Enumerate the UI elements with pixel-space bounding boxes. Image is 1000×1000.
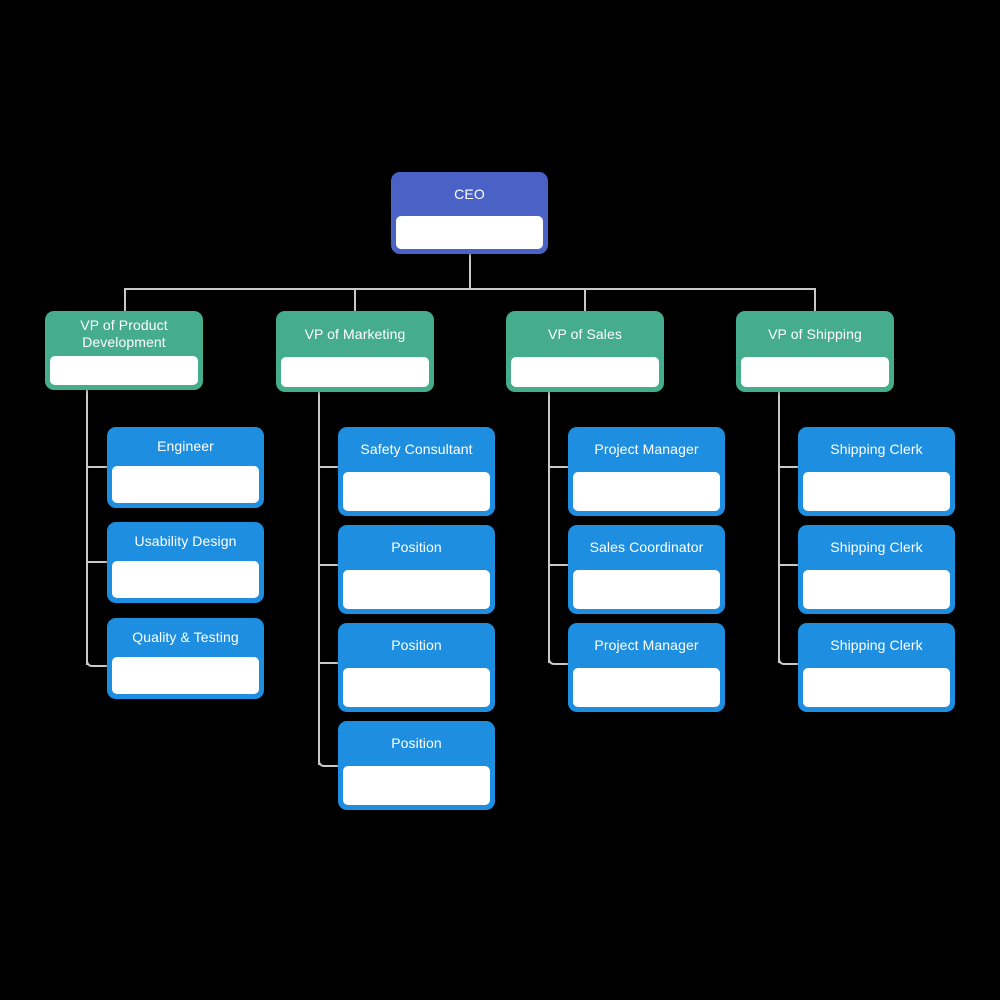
connector-product-branch-1 xyxy=(86,466,108,468)
node-vp-product-development-body[interactable] xyxy=(50,356,198,385)
connector-marketing-spine xyxy=(318,392,320,765)
connector-vp-marketing-stem xyxy=(354,288,356,311)
node-ceo-title: CEO xyxy=(454,185,485,202)
node-vp-product-development[interactable]: VP of Product Development xyxy=(45,311,203,390)
node-shipping-clerk-1-body[interactable] xyxy=(803,472,950,511)
node-vp-sales-body[interactable] xyxy=(511,357,659,387)
node-vp-shipping-title: VP of Shipping xyxy=(768,325,862,342)
node-vp-shipping[interactable]: VP of Shipping xyxy=(736,311,894,392)
node-ceo[interactable]: CEO xyxy=(391,172,548,254)
node-quality-and-testing-title: Quality & Testing xyxy=(132,629,239,646)
node-marketing-position-1-body[interactable] xyxy=(343,570,490,609)
node-shipping-clerk-2-body[interactable] xyxy=(803,570,950,609)
node-vp-product-development-title: VP of Product Development xyxy=(80,316,168,350)
node-vp-sales-title: VP of Sales xyxy=(548,325,622,342)
node-project-manager-2[interactable]: Project Manager xyxy=(568,623,725,712)
node-shipping-clerk-3-title: Shipping Clerk xyxy=(830,637,923,654)
connector-ceo-stem xyxy=(469,254,471,289)
node-vp-marketing[interactable]: VP of Marketing xyxy=(276,311,434,392)
node-ceo-body[interactable] xyxy=(396,216,543,249)
connector-marketing-branch-3 xyxy=(318,662,340,664)
node-safety-consultant[interactable]: Safety Consultant xyxy=(338,427,495,516)
connector-marketing-branch-2 xyxy=(318,564,340,566)
node-shipping-clerk-2[interactable]: Shipping Clerk xyxy=(798,525,955,614)
connector-shipping-branch-2 xyxy=(778,564,800,566)
connector-sales-branch-2 xyxy=(548,564,570,566)
connector-shipping-spine xyxy=(778,392,780,663)
node-sales-coordinator-title: Sales Coordinator xyxy=(589,539,704,556)
connector-sales-spine xyxy=(548,392,550,663)
node-shipping-clerk-1[interactable]: Shipping Clerk xyxy=(798,427,955,516)
node-engineer-title: Engineer xyxy=(157,438,214,455)
node-sales-coordinator-body[interactable] xyxy=(573,570,720,609)
node-engineer-body[interactable] xyxy=(112,466,259,503)
node-marketing-position-3-body[interactable] xyxy=(343,766,490,805)
connector-vp-shipping-stem xyxy=(814,288,816,311)
node-engineer[interactable]: Engineer xyxy=(107,427,264,508)
node-project-manager-1-body[interactable] xyxy=(573,472,720,511)
connector-vp-product-stem xyxy=(124,288,126,311)
connector-vp-bus xyxy=(124,288,816,290)
node-usability-design[interactable]: Usability Design xyxy=(107,522,264,603)
node-shipping-clerk-1-title: Shipping Clerk xyxy=(830,441,923,458)
node-shipping-clerk-3[interactable]: Shipping Clerk xyxy=(798,623,955,712)
node-shipping-clerk-2-title: Shipping Clerk xyxy=(830,539,923,556)
node-project-manager-2-body[interactable] xyxy=(573,668,720,707)
connector-marketing-branch-1 xyxy=(318,466,340,468)
node-vp-marketing-body[interactable] xyxy=(281,357,429,387)
node-shipping-clerk-3-body[interactable] xyxy=(803,668,950,707)
connector-product-branch-2 xyxy=(86,561,108,563)
node-vp-marketing-title: VP of Marketing xyxy=(304,325,406,342)
node-vp-shipping-body[interactable] xyxy=(741,357,889,387)
connector-sales-branch-1 xyxy=(548,466,570,468)
connector-vp-sales-stem xyxy=(584,288,586,311)
connector-shipping-branch-1 xyxy=(778,466,800,468)
org-chart-canvas: CEO VP of Product Development VP of Mark… xyxy=(0,0,1000,1000)
node-marketing-position-2-title: Position xyxy=(391,637,442,654)
node-sales-coordinator[interactable]: Sales Coordinator xyxy=(568,525,725,614)
connector-product-spine xyxy=(86,390,88,665)
node-project-manager-2-title: Project Manager xyxy=(594,637,699,654)
node-marketing-position-2[interactable]: Position xyxy=(338,623,495,712)
node-marketing-position-3[interactable]: Position xyxy=(338,721,495,810)
node-marketing-position-1[interactable]: Position xyxy=(338,525,495,614)
node-usability-design-title: Usability Design xyxy=(134,533,237,550)
node-project-manager-1[interactable]: Project Manager xyxy=(568,427,725,516)
node-usability-design-body[interactable] xyxy=(112,561,259,598)
node-marketing-position-3-title: Position xyxy=(391,735,442,752)
node-project-manager-1-title: Project Manager xyxy=(594,441,699,458)
node-marketing-position-2-body[interactable] xyxy=(343,668,490,707)
node-safety-consultant-title: Safety Consultant xyxy=(360,441,473,458)
node-quality-and-testing-body[interactable] xyxy=(112,657,259,694)
node-vp-sales[interactable]: VP of Sales xyxy=(506,311,664,392)
node-safety-consultant-body[interactable] xyxy=(343,472,490,511)
node-quality-and-testing[interactable]: Quality & Testing xyxy=(107,618,264,699)
node-marketing-position-1-title: Position xyxy=(391,539,442,556)
